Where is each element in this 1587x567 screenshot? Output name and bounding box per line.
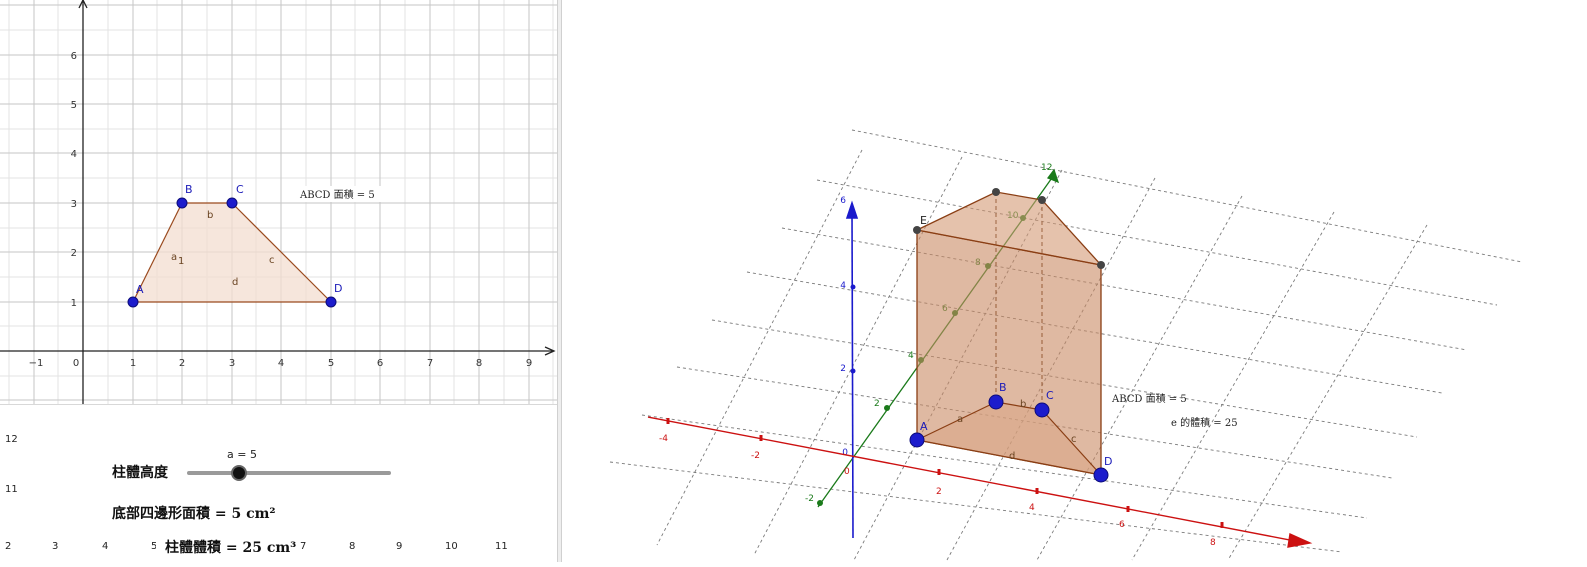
vertex-top-d[interactable] xyxy=(1097,261,1105,269)
z-axis-ticks-3d: 6 4 2 0 xyxy=(840,196,848,458)
x-tick: 6 xyxy=(1119,520,1125,530)
slider-panel: 12 11 2 3 4 5 6 7 8 9 10 11 a = 5 柱體高度 底… xyxy=(0,404,557,563)
bg-tick: 11 xyxy=(5,484,18,495)
bg-tick: 3 xyxy=(52,541,58,552)
x-tick: 3 xyxy=(229,358,235,369)
segment-label-d: d xyxy=(232,277,238,288)
bg-tick: 10 xyxy=(445,541,458,552)
x-tick: 1 xyxy=(130,358,136,369)
vertex-top-c[interactable] xyxy=(1038,196,1046,204)
bg-tick: 7 xyxy=(300,541,306,552)
x-tick: -4 xyxy=(659,434,668,444)
point-label-a: A xyxy=(136,283,144,296)
x-tick: 6 xyxy=(377,358,383,369)
x-tick: 8 xyxy=(1210,538,1216,548)
x-tick: 0 xyxy=(844,467,850,477)
point-label-d: D xyxy=(334,282,342,295)
slider-handle[interactable] xyxy=(231,465,247,481)
segment-label-c: c xyxy=(269,255,275,266)
x-tick: 4 xyxy=(1029,503,1035,513)
point-a-3d[interactable] xyxy=(909,432,925,448)
z-tick: 2 xyxy=(840,364,846,374)
point-d-3d[interactable] xyxy=(1093,467,1109,483)
x-tick: 5 xyxy=(328,358,334,369)
y-tick: 5 xyxy=(71,100,77,111)
graphics-view-3d[interactable]: 12 10 8 6 4 2 -2 6 4 2 0 -4 -2 xyxy=(562,0,1587,562)
y-tick: -2 xyxy=(805,494,814,504)
y-tick: 2 xyxy=(71,248,77,259)
bg-tick: 8 xyxy=(349,541,355,552)
slider-value: a = 5 xyxy=(227,448,257,461)
volume-label-3d[interactable]: e 的體積 = 25 xyxy=(1171,416,1238,429)
x-tick: 2 xyxy=(936,487,942,497)
segment-label-a: a xyxy=(171,252,177,263)
area-label-3d[interactable]: ABCD 面積 = 5 xyxy=(1111,392,1187,405)
segment-label-b-3d: b xyxy=(1020,399,1026,410)
x-tick: -2 xyxy=(751,451,760,461)
x-tick: 4 xyxy=(278,358,284,369)
point-label-b-3d: B xyxy=(999,381,1007,394)
x-tick: 0 xyxy=(73,358,79,369)
base-area-text: 底部四邊形面積 = 5 cm² xyxy=(112,505,276,522)
x-tick: 2 xyxy=(179,358,185,369)
y-tick: 3 xyxy=(71,199,77,210)
x-axis-ticks: −1 0 1 2 3 4 5 6 7 8 9 xyxy=(29,358,533,369)
bg-tick: 4 xyxy=(102,541,108,552)
y-tick: 6 xyxy=(71,51,77,62)
z-tick: 0 xyxy=(842,448,848,458)
y-axis-ticks: 1 2 3 4 5 6 xyxy=(71,51,77,309)
x-tick: −1 xyxy=(29,358,44,369)
graphics-2d-canvas[interactable]: −1 0 1 2 3 4 5 6 7 8 9 1 2 3 4 5 6 a 1 b… xyxy=(0,0,557,404)
x-tick: 8 xyxy=(476,358,482,369)
z-tick: 6 xyxy=(840,196,846,206)
x-axis-ticks-3d: -4 -2 0 2 4 6 8 xyxy=(659,434,1216,548)
y-tick: 4 xyxy=(71,149,77,160)
bg-tick: 12 xyxy=(5,434,18,445)
z-tick: 4 xyxy=(840,281,846,291)
point-d[interactable] xyxy=(325,296,337,308)
slider-panel-canvas: 12 11 2 3 4 5 6 7 8 9 10 11 a = 5 柱體高度 底… xyxy=(5,434,508,563)
y-tick: 2 xyxy=(874,399,880,409)
slider-name: 柱體高度 xyxy=(112,464,169,481)
bg-tick: 9 xyxy=(396,541,402,552)
segment-label-b: b xyxy=(207,210,213,221)
segment-label-a-3d: a xyxy=(957,414,963,425)
segment-label-c-3d: c xyxy=(1071,434,1077,445)
bg-tick: 2 xyxy=(5,541,11,552)
graphics-3d-canvas[interactable]: 12 10 8 6 4 2 -2 6 4 2 0 -4 -2 xyxy=(562,0,1587,562)
point-label-c: C xyxy=(236,183,244,196)
y-tick: 1 xyxy=(71,298,77,309)
point-b[interactable] xyxy=(176,197,188,209)
point-label-e-3d: E xyxy=(920,214,927,227)
point-c-3d[interactable] xyxy=(1034,402,1050,418)
y-tick: 4 xyxy=(908,351,914,361)
vertex-e[interactable] xyxy=(913,226,921,234)
bg-tick: 11 xyxy=(495,541,508,552)
graphics-view-2d[interactable]: −1 0 1 2 3 4 5 6 7 8 9 1 2 3 4 5 6 a 1 b… xyxy=(0,0,557,404)
axes-2d xyxy=(0,0,556,404)
x-tick: 9 xyxy=(526,358,532,369)
volume-text: 柱體體積 = 25 cm³ xyxy=(165,539,296,556)
point-b-3d[interactable] xyxy=(988,394,1004,410)
area-label[interactable]: ABCD 面積 = 5 xyxy=(299,188,375,201)
point-label-a-3d: A xyxy=(920,420,928,433)
y-tick: 12 xyxy=(1041,163,1052,173)
point-label-d-3d: D xyxy=(1104,455,1112,468)
point-a[interactable] xyxy=(127,296,139,308)
point-c[interactable] xyxy=(226,197,238,209)
point-label-c-3d: C xyxy=(1046,389,1054,402)
segment-label-a-subscript: 1 xyxy=(178,256,184,267)
segment-label-d-3d: d xyxy=(1009,451,1015,462)
point-label-b: B xyxy=(185,183,193,196)
x-tick: 7 xyxy=(427,358,433,369)
vertex-top-b[interactable] xyxy=(992,188,1000,196)
